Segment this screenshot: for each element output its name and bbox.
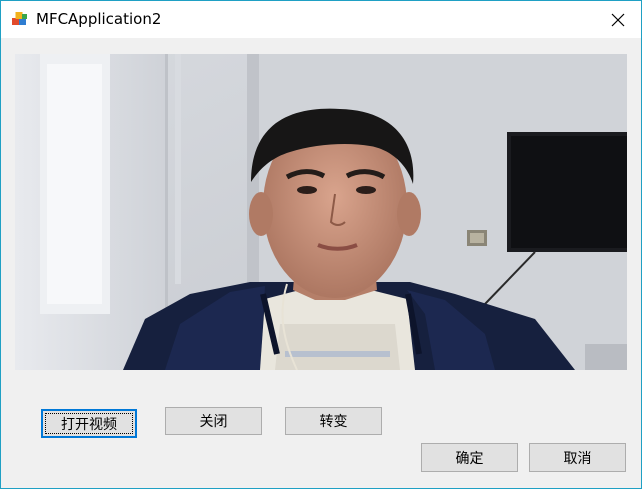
cancel-button[interactable]: 取消 (529, 443, 626, 472)
ok-button[interactable]: 确定 (421, 443, 518, 472)
close-window-button[interactable] (595, 1, 641, 38)
video-preview (15, 54, 627, 370)
transform-button[interactable]: 转变 (285, 407, 382, 435)
dialog-window: MFCApplication2 打开视频 关闭 转变 确定 取消 (0, 0, 642, 489)
window-title: MFCApplication2 (36, 10, 162, 28)
mfc-app-icon (11, 10, 29, 28)
open-video-button[interactable]: 打开视频 (41, 409, 137, 438)
close-icon (611, 13, 625, 26)
close-video-button[interactable]: 关闭 (165, 407, 262, 435)
title-bar[interactable]: MFCApplication2 (1, 1, 641, 38)
